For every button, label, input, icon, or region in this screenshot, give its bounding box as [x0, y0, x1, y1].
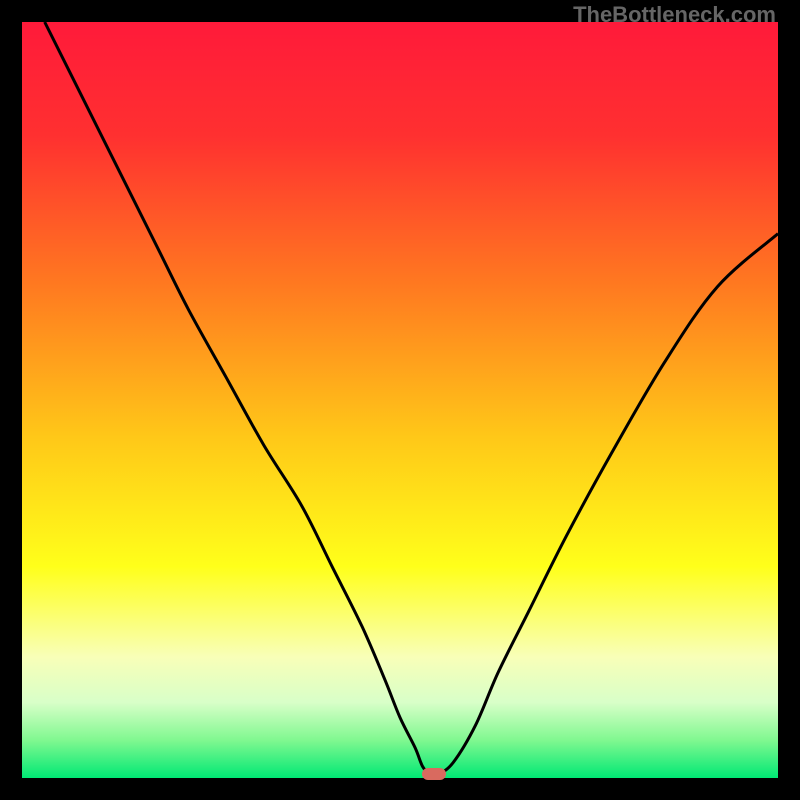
bottleneck-curve: [22, 22, 778, 778]
attribution-text: TheBottleneck.com: [573, 2, 776, 28]
chart-container: TheBottleneck.com: [0, 0, 800, 800]
optimum-marker: [422, 768, 446, 780]
plot-area: [22, 22, 778, 778]
